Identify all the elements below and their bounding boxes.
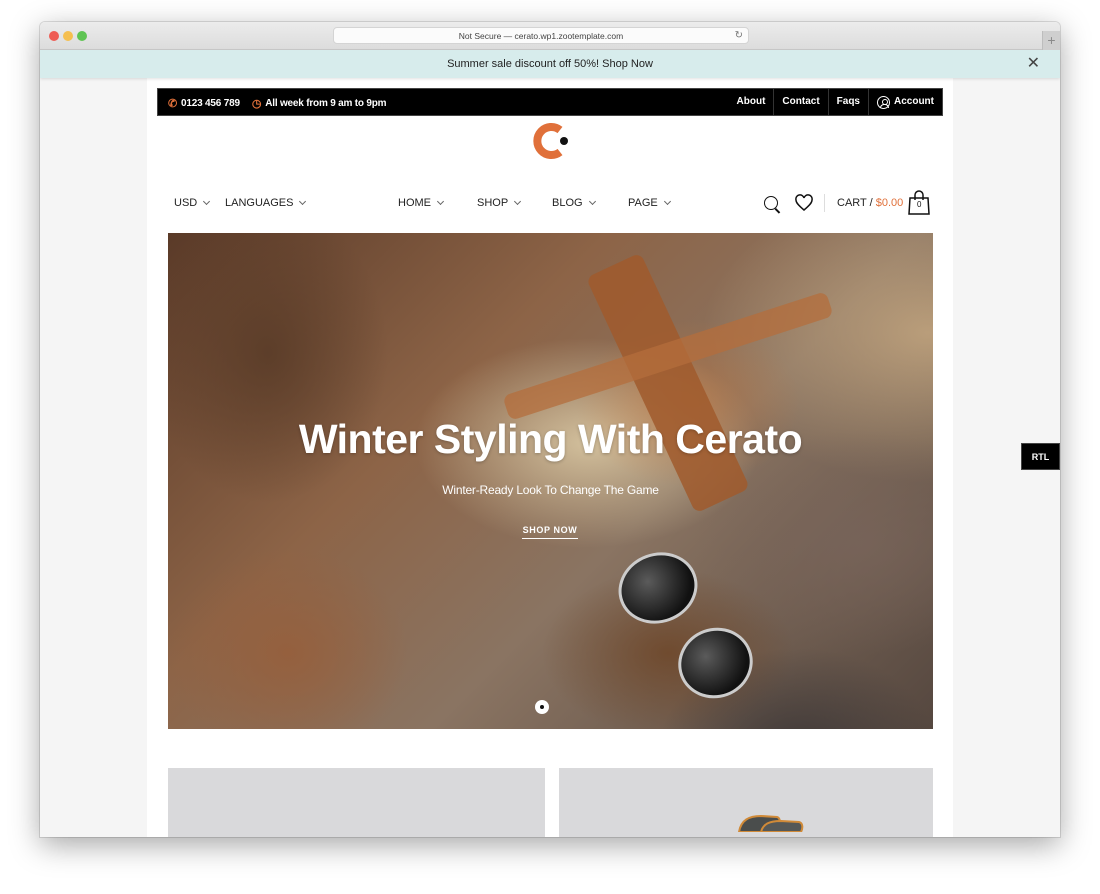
- minimize-window-button[interactable]: [63, 31, 73, 41]
- faqs-link-label: Faqs: [836, 96, 860, 107]
- hero-slider: Winter Styling With Cerato Winter-Ready …: [168, 233, 933, 729]
- address-bar[interactable]: Not Secure — cerato.wp1.zootemplate.com …: [333, 27, 749, 44]
- opening-hours: All week from 9 am to 9pm: [265, 97, 387, 109]
- hero-title: Winter Styling With Cerato: [298, 416, 803, 462]
- phone-number[interactable]: 0123 456 789: [181, 98, 240, 109]
- page-viewport: Summer sale discount off 50%! Shop Now ✕…: [40, 50, 1060, 837]
- logo-c-shape: [533, 123, 563, 159]
- category-card[interactable]: [559, 768, 933, 837]
- reload-icon[interactable]: ↻: [735, 28, 743, 44]
- nav-page-label: PAGE: [628, 197, 658, 209]
- contact-link-label: Contact: [782, 96, 820, 107]
- nav-item-home[interactable]: HOME: [398, 188, 445, 218]
- language-label: LANGUAGES: [225, 197, 294, 209]
- address-bar-text: Not Secure — cerato.wp1.zootemplate.com: [458, 31, 624, 41]
- user-icon: [877, 95, 890, 109]
- logo-dot: [560, 137, 568, 145]
- browser-window: Not Secure — cerato.wp1.zootemplate.com …: [40, 22, 1060, 837]
- promo-text[interactable]: Summer sale discount off 50%! Shop Now: [447, 58, 653, 70]
- shop-now-button[interactable]: SHOP NOW: [522, 525, 578, 539]
- faqs-link[interactable]: Faqs: [827, 89, 868, 115]
- about-link[interactable]: About: [729, 89, 774, 115]
- shoe-image: [737, 814, 804, 832]
- nav-item-page[interactable]: PAGE: [628, 188, 671, 218]
- search-icon[interactable]: [764, 196, 778, 210]
- hero-bg-sunglasses: [668, 617, 763, 709]
- phone-icon: ✆: [168, 97, 178, 110]
- top-info-bar: ✆ 0123 456 789 ◷ All week from 9 am to 9…: [157, 88, 943, 116]
- site-logo[interactable]: [530, 122, 570, 160]
- slider-dot-active[interactable]: [535, 700, 549, 714]
- promo-banner: Summer sale discount off 50%! Shop Now ✕: [40, 50, 1060, 78]
- account-link-label: Account: [894, 96, 934, 107]
- currency-label: USD: [174, 197, 198, 209]
- cart-label: CART /: [837, 197, 876, 209]
- chevron-down-icon: [663, 197, 671, 205]
- browser-titlebar: Not Secure — cerato.wp1.zootemplate.com …: [40, 22, 1060, 50]
- hours-info: ◷ All week from 9 am to 9pm: [252, 97, 387, 110]
- currency-selector[interactable]: USD: [174, 188, 211, 218]
- nav-blog-label: BLOG: [552, 197, 583, 209]
- nav-home-label: HOME: [398, 197, 431, 209]
- cart-link[interactable]: CART / $0.00: [837, 197, 903, 209]
- category-card[interactable]: [168, 768, 545, 837]
- rtl-toggle-button[interactable]: RTL: [1021, 443, 1060, 470]
- main-navigation: USD LANGUAGES HOME SHOP BLOG PAGE CART /…: [147, 188, 953, 218]
- nav-shop-label: SHOP: [477, 197, 509, 209]
- cart-bag-button[interactable]: 0: [907, 190, 931, 216]
- new-tab-button[interactable]: +: [1042, 31, 1060, 50]
- chevron-down-icon: [514, 197, 522, 205]
- about-link-label: About: [736, 96, 766, 107]
- heart-icon[interactable]: [794, 194, 814, 212]
- hero-bg-sunglasses: [608, 541, 708, 635]
- cart-total: $0.00: [875, 197, 904, 209]
- nav-item-blog[interactable]: BLOG: [552, 188, 596, 218]
- chevron-down-icon: [299, 197, 307, 205]
- language-selector[interactable]: LANGUAGES: [225, 188, 307, 218]
- phone-info: ✆ 0123 456 789: [168, 97, 240, 110]
- page-container: ✆ 0123 456 789 ◷ All week from 9 am to 9…: [147, 78, 953, 837]
- close-window-button[interactable]: [49, 31, 59, 41]
- cart-count: 0: [917, 200, 922, 209]
- clock-icon: ◷: [251, 97, 262, 110]
- account-link[interactable]: Account: [868, 89, 942, 115]
- chevron-down-icon: [436, 197, 445, 205]
- contact-link[interactable]: Contact: [773, 89, 827, 115]
- chevron-down-icon: [588, 197, 596, 205]
- hero-subtitle: Winter-Ready Look To Change The Game: [442, 483, 659, 497]
- close-icon[interactable]: ✕: [1027, 50, 1040, 77]
- chevron-down-icon: [203, 197, 211, 205]
- divider: [824, 194, 825, 212]
- maximize-window-button[interactable]: [77, 31, 87, 41]
- nav-item-shop[interactable]: SHOP: [477, 188, 522, 218]
